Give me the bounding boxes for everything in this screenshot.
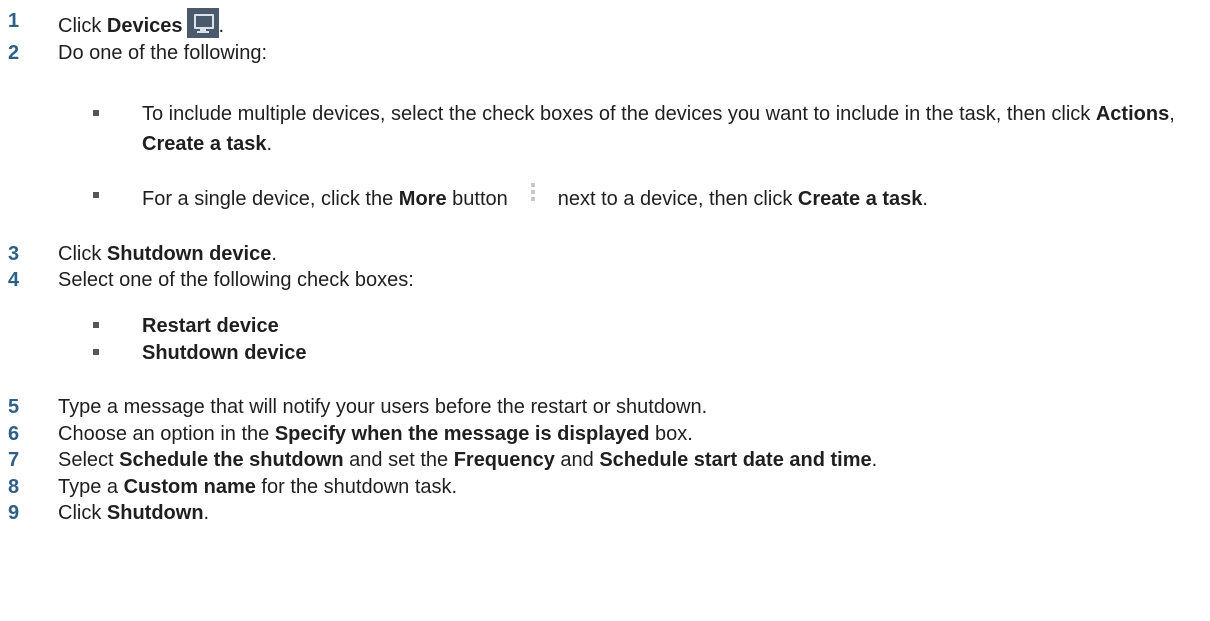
step-text: Type a message that will notify your use… bbox=[58, 396, 708, 418]
step-text: Select one of the following check boxes: bbox=[58, 269, 414, 291]
step-number: 4 bbox=[8, 269, 20, 291]
step-number: 9 bbox=[8, 502, 20, 524]
bullet-marker bbox=[93, 192, 99, 198]
bullet-marker bbox=[93, 110, 99, 116]
step-text: Click Devices. bbox=[58, 8, 224, 39]
more-vertical-icon[interactable] bbox=[530, 183, 536, 207]
step-number: 6 bbox=[8, 423, 20, 445]
bullet-marker bbox=[93, 322, 99, 328]
step-number: 5 bbox=[8, 396, 20, 418]
step-text: Click Shutdown. bbox=[58, 502, 210, 524]
monitor-icon[interactable] bbox=[186, 8, 219, 38]
bullet-text: Restart device bbox=[142, 315, 279, 337]
bullet-text: To include multiple devices, select the … bbox=[142, 103, 1175, 155]
step-number: 7 bbox=[8, 449, 20, 471]
step-text: Click Shutdown device. bbox=[58, 243, 277, 265]
step-number: 2 bbox=[8, 42, 20, 64]
step-number: 8 bbox=[8, 476, 20, 498]
step-number: 3 bbox=[8, 243, 20, 265]
bullet-text: Shutdown device bbox=[142, 342, 307, 364]
bullet-text: For a single device, click the More butt… bbox=[142, 183, 928, 212]
step-text: Choose an option in the Specify when the… bbox=[58, 423, 693, 445]
step-text: Do one of the following: bbox=[58, 42, 268, 64]
step-text: Type a Custom name for the shutdown task… bbox=[58, 476, 458, 498]
bullet-marker bbox=[93, 349, 99, 355]
step-number: 1 bbox=[8, 10, 20, 32]
instruction-page: 1 Click Devices. 2 Do one of the followi… bbox=[0, 0, 1210, 621]
step-text: Select Schedule the shutdown and set the… bbox=[58, 449, 878, 471]
